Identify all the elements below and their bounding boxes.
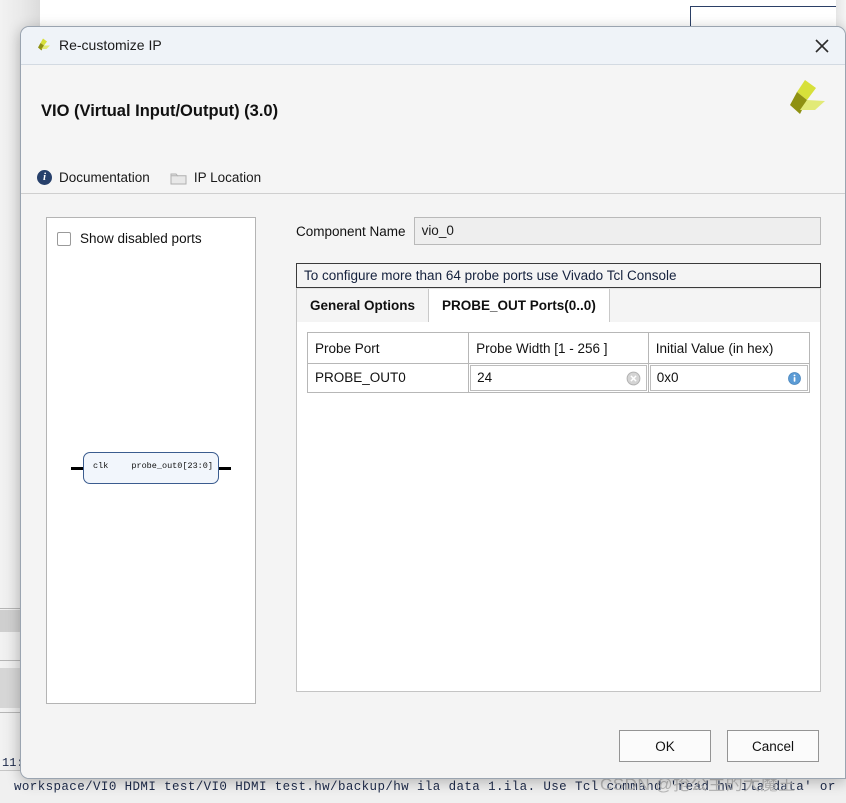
column-header-initial-value: Initial Value (in hex)	[647, 332, 811, 364]
probe-width-value: 24	[477, 370, 493, 385]
cancel-button[interactable]: Cancel	[727, 730, 819, 762]
xilinx-logo-icon	[34, 37, 52, 55]
tab-general-options[interactable]: General Options	[297, 289, 429, 322]
dialog-titlebar: Re-customize IP	[21, 27, 845, 65]
show-disabled-ports-checkbox-row[interactable]: Show disabled ports	[57, 231, 202, 246]
xilinx-brand-logo-icon	[781, 78, 827, 124]
table-header-row: Probe Port Probe Width [1 - 256 ] Initia…	[306, 332, 811, 364]
config-tabstrip: General Options PROBE_OUT Ports(0..0)	[296, 288, 821, 322]
probe-port-value: PROBE_OUT0	[315, 370, 406, 385]
cell-initial-value: 0x0	[647, 363, 811, 393]
info-circle-icon: i	[37, 170, 52, 185]
folder-icon	[170, 171, 187, 185]
close-icon[interactable]	[811, 35, 833, 57]
cell-probe-port: PROBE_OUT0	[306, 363, 470, 393]
component-name-input[interactable]: vio_0	[413, 217, 821, 245]
tab-probe-out-ports[interactable]: PROBE_OUT Ports(0..0)	[428, 289, 610, 322]
ip-location-link-label: IP Location	[193, 170, 262, 185]
documentation-link-label: Documentation	[59, 170, 150, 185]
probe-out-tab-panel: Probe Port Probe Width [1 - 256 ] Initia…	[296, 322, 821, 692]
table-row: PROBE_OUT0 24 0x0	[306, 363, 811, 393]
cell-probe-width: 24	[468, 363, 649, 393]
dialog-header: VIO (Virtual Input/Output) (3.0) i Docum…	[21, 65, 845, 194]
ip-symbol-diagram: clk probe_out0[23:0]	[47, 448, 255, 488]
initial-value-input[interactable]: 0x0	[649, 365, 808, 391]
component-name-label: Component Name	[296, 223, 406, 239]
ip-symbol-input-label: clk	[93, 461, 109, 471]
component-name-row: Component Name vio_0	[296, 217, 821, 245]
re-customize-ip-dialog: Re-customize IP VIO (Virtual Input/Outpu…	[20, 26, 846, 779]
dialog-footer: OK Cancel	[21, 717, 845, 778]
ok-button[interactable]: OK	[619, 730, 711, 762]
ip-location-link[interactable]: IP Location	[170, 170, 261, 185]
header-links: i Documentation IP Location	[37, 170, 261, 185]
probe-ports-table: Probe Port Probe Width [1 - 256 ] Initia…	[306, 332, 811, 393]
column-header-probe-port: Probe Port	[306, 332, 470, 364]
dialog-title: Re-customize IP	[59, 37, 162, 53]
ports-preview-panel: Show disabled ports clk probe_out0[23:0]	[46, 217, 256, 704]
probe-width-input[interactable]: 24	[470, 365, 647, 391]
ip-symbol-output-label: probe_out0[23:0]	[131, 461, 213, 471]
info-circle-icon[interactable]	[788, 372, 801, 385]
dialog-body: Show disabled ports clk probe_out0[23:0]…	[21, 194, 845, 717]
column-header-probe-width: Probe Width [1 - 256 ]	[468, 332, 649, 364]
documentation-link[interactable]: i Documentation	[37, 170, 150, 185]
page-title: VIO (Virtual Input/Output) (3.0)	[41, 102, 279, 120]
show-disabled-ports-checkbox[interactable]	[57, 231, 71, 246]
ip-config-panel: Component Name vio_0 To configure more t…	[296, 217, 821, 704]
probe-out-pin-wire	[217, 467, 231, 470]
show-disabled-ports-label: Show disabled ports	[80, 231, 202, 246]
clear-circle-icon[interactable]	[626, 371, 641, 386]
tcl-console-notice: To configure more than 64 probe ports us…	[296, 263, 821, 288]
initial-value-text: 0x0	[656, 370, 679, 385]
